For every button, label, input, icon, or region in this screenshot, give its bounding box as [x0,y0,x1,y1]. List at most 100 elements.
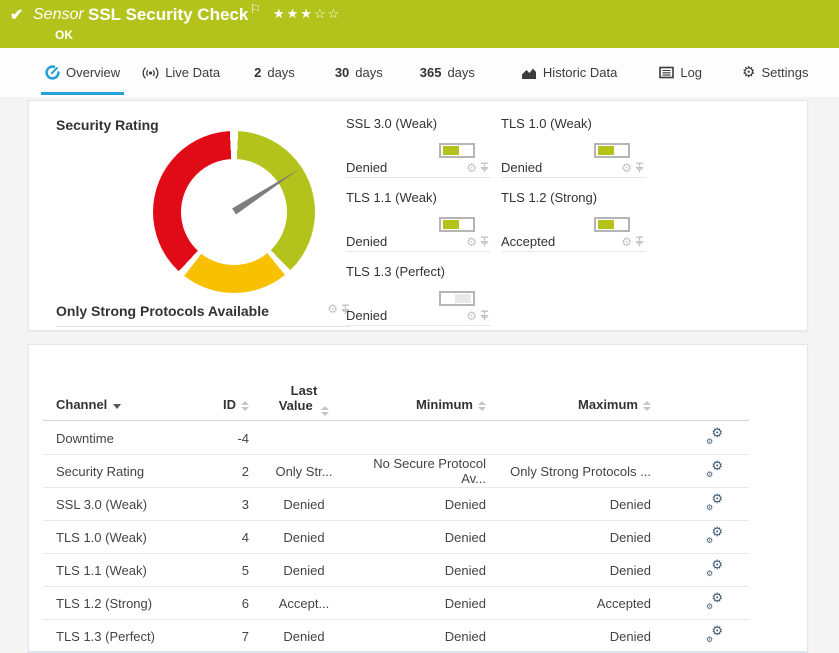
protocol-mini-bar-fill [598,146,614,155]
gear-icon[interactable]: ⚙ [327,303,338,315]
column-header-maximum-label: Maximum [578,397,638,412]
table-header-row: Channel ID Last Value Minimum Maximum [43,381,749,421]
overview-gauges-card: Security Rating Only Strong Protocols Av… [28,100,808,331]
protocol-gauge-icons: ⚙ [466,310,489,322]
column-header-id-label: ID [223,397,236,412]
sort-arrows-icon[interactable] [321,406,330,416]
protocol-gauge-value: Denied [346,234,388,249]
cell-id: 4 [241,529,249,545]
protocol-gauges-grid: SSL 3.0 (Weak) Denied ⚙ TLS 1.0 (Weak) Denie… [346,116,656,326]
cell-channel[interactable]: Downtime [56,431,216,446]
security-rating-gauge [153,131,315,293]
tab-label: days [447,65,475,80]
cell-minimum: Denied [444,562,486,578]
column-header-maximum[interactable]: Maximum [494,397,659,420]
gauge-icon [45,65,60,80]
channel-settings-gears-icon[interactable]: ⚙ ⚙ [706,426,723,446]
cell-minimum: No Secure Protocol Av... [373,456,486,486]
protocol-mini-bar [594,143,630,158]
pin-icon[interactable] [480,310,489,321]
tab-settings[interactable]: ⚙ Settings [742,48,808,97]
cell-minimum: Denied [444,595,486,611]
protocol-gauge-title: TLS 1.0 (Weak) [501,116,592,131]
channel-settings-gears-icon[interactable]: ⚙ ⚙ [706,492,723,512]
sort-caret-down-icon [113,404,122,409]
gear-icon[interactable]: ⚙ [466,310,477,322]
cell-maximum: Denied [609,562,651,578]
pin-icon[interactable] [480,236,489,247]
protocol-mini-bar-fill [455,294,471,303]
cell-channel[interactable]: SSL 3.0 (Weak) [56,497,216,512]
channel-settings-gears-icon[interactable]: ⚙ ⚙ [706,525,723,545]
column-header-minimum[interactable]: Minimum [359,397,494,420]
gear-icon[interactable]: ⚙ [466,236,477,248]
ok-check-icon: ✔ [10,7,24,24]
cell-channel[interactable]: TLS 1.1 (Weak) [56,563,216,578]
channel-settings-gears-icon[interactable]: ⚙ ⚙ [706,558,723,578]
protocol-mini-bar [594,217,630,232]
flag-icon[interactable]: ⚐ [250,2,261,16]
cell-channel[interactable]: TLS 1.0 (Weak) [56,530,216,545]
column-header-id[interactable]: ID [216,397,249,420]
protocol-gauge-value: Denied [346,160,388,175]
table-row: TLS 1.3 (Perfect) 7 Denied Denied Denied ⚙ ⚙ [43,620,749,653]
log-icon [659,66,675,79]
column-header-last-value[interactable]: Last Value [249,383,359,420]
gear-icon[interactable]: ⚙ [621,236,632,248]
pin-icon[interactable] [480,162,489,173]
cell-id: -4 [237,430,249,446]
tab-log[interactable]: Log [659,48,702,97]
tab-30-days[interactable]: 30 days [335,48,383,97]
sort-arrows-icon[interactable] [478,401,486,411]
table-row: SSL 3.0 (Weak) 3 Denied Denied Denied ⚙ ⚙ [43,488,749,521]
protocol-gauge-value: Denied [346,308,388,323]
tab-365-days[interactable]: 365 days [420,48,475,97]
cell-id: 3 [241,496,249,512]
channel-settings-gears-icon[interactable]: ⚙ ⚙ [706,624,723,644]
sort-arrows-icon[interactable] [241,401,249,411]
pin-icon[interactable] [635,162,644,173]
gear-icon[interactable]: ⚙ [621,162,632,174]
tab-number: 30 [334,65,350,80]
sensor-status-header: ✔ Sensor SSL Security Check ⚐ ★★★☆☆ OK [0,0,839,48]
protocol-mini-bar [439,143,475,158]
cell-channel[interactable]: TLS 1.3 (Perfect) [56,629,216,644]
cell-minimum: Denied [444,496,486,512]
protocol-gauge-icons: ⚙ [621,236,644,248]
security-rating-title: Security Rating [56,117,159,133]
protocol-gauge-ssl-3.0-weak-: SSL 3.0 (Weak) Denied ⚙ [346,116,491,178]
tab-historic-data[interactable]: Historic Data [521,48,617,97]
tab-live-data[interactable]: Live Data [142,48,220,97]
pin-icon[interactable] [635,236,644,247]
table-row: Downtime -4 ⚙ ⚙ [43,422,749,455]
tab-2-days[interactable]: 2 days [254,48,295,97]
cell-last-value: Denied [283,496,325,512]
channel-table-card: Channel ID Last Value Minimum Maximum Do… [28,344,808,653]
channel-settings-gears-icon[interactable]: ⚙ ⚙ [706,459,723,479]
gear-icon[interactable]: ⚙ [466,162,477,174]
protocol-mini-bar-fill [443,146,459,155]
cell-last-value: Denied [283,529,325,545]
table-row: TLS 1.1 (Weak) 5 Denied Denied Denied ⚙ ⚙ [43,554,749,587]
protocol-gauge-tls-1.0-weak-: TLS 1.0 (Weak) Denied ⚙ [501,116,646,178]
tab-label: Overview [66,65,121,80]
sort-arrows-icon[interactable] [643,401,651,411]
protocol-mini-bar [439,291,475,306]
sensor-kind-label: Sensor [33,6,84,23]
gear-icon: ⚙ [742,64,756,81]
cell-channel[interactable]: Security Rating [56,464,216,479]
column-header-channel[interactable]: Channel [56,397,216,420]
gauge-hole [181,159,287,265]
cell-last-value: Denied [283,628,325,644]
cell-channel[interactable]: TLS 1.2 (Strong) [56,596,216,611]
priority-stars[interactable]: ★★★☆☆ [273,6,341,22]
cell-maximum: Only Strong Protocols ... [510,463,651,479]
channel-settings-gears-icon[interactable]: ⚙ ⚙ [706,591,723,611]
protocol-gauge-icons: ⚙ [466,236,489,248]
protocol-gauge-title: TLS 1.1 (Weak) [346,190,437,205]
protocol-gauge-title: TLS 1.3 (Perfect) [346,264,445,279]
cell-maximum: Denied [609,529,651,545]
protocol-gauge-icons: ⚙ [621,162,644,174]
tab-overview[interactable]: Overview [40,48,125,97]
column-header-channel-label: Channel [56,397,108,412]
